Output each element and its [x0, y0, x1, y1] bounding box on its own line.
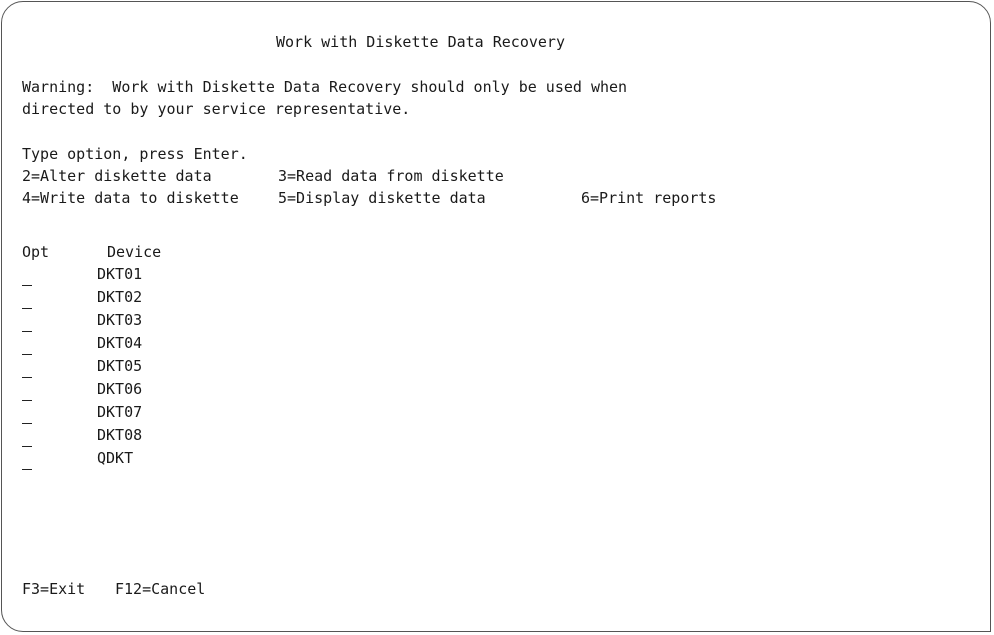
f12-cancel-key[interactable]: F12=Cancel — [115, 579, 205, 600]
f3-exit-key[interactable]: F3=Exit — [22, 579, 85, 600]
device-name: QDKT — [97, 449, 134, 467]
opt-input-dkt01[interactable] — [22, 265, 32, 286]
instructions: Type option, press Enter. — [22, 145, 248, 163]
device-name: DKT02 — [97, 288, 143, 306]
device-name: DKT07 — [97, 403, 143, 421]
screen-title: Work with Diskette Data Recovery — [276, 33, 565, 51]
device-name: DKT08 — [97, 426, 143, 444]
option-display: 5=Display diskette data — [278, 189, 486, 207]
opt-input-dkt06[interactable] — [22, 380, 32, 401]
opt-input-dkt07[interactable] — [22, 403, 32, 424]
opt-input-dkt02[interactable] — [22, 288, 32, 309]
device-name: DKT04 — [97, 334, 143, 352]
column-header-opt: Opt — [22, 243, 50, 261]
opt-input-dkt05[interactable] — [22, 357, 32, 378]
option-write: 4=Write data to diskette — [22, 189, 239, 207]
opt-input-qdkt[interactable] — [22, 449, 32, 470]
opt-input-dkt08[interactable] — [22, 426, 32, 447]
opt-input-dkt03[interactable] — [22, 311, 32, 332]
warning-line-2: directed to by your service representati… — [22, 100, 411, 118]
device-name: DKT01 — [97, 265, 143, 283]
column-header-device: Device — [107, 243, 162, 261]
option-alter: 2=Alter diskette data — [22, 167, 212, 185]
terminal-screen: Work with Diskette Data Recovery Warning… — [1, 1, 991, 632]
device-name: DKT03 — [97, 311, 143, 329]
option-read: 3=Read data from diskette — [278, 167, 504, 185]
opt-input-dkt04[interactable] — [22, 334, 32, 355]
option-print: 6=Print reports — [581, 189, 717, 207]
warning-line-1: Warning: Work with Diskette Data Recover… — [22, 78, 628, 96]
device-name: DKT05 — [97, 357, 143, 375]
device-name: DKT06 — [97, 380, 143, 398]
